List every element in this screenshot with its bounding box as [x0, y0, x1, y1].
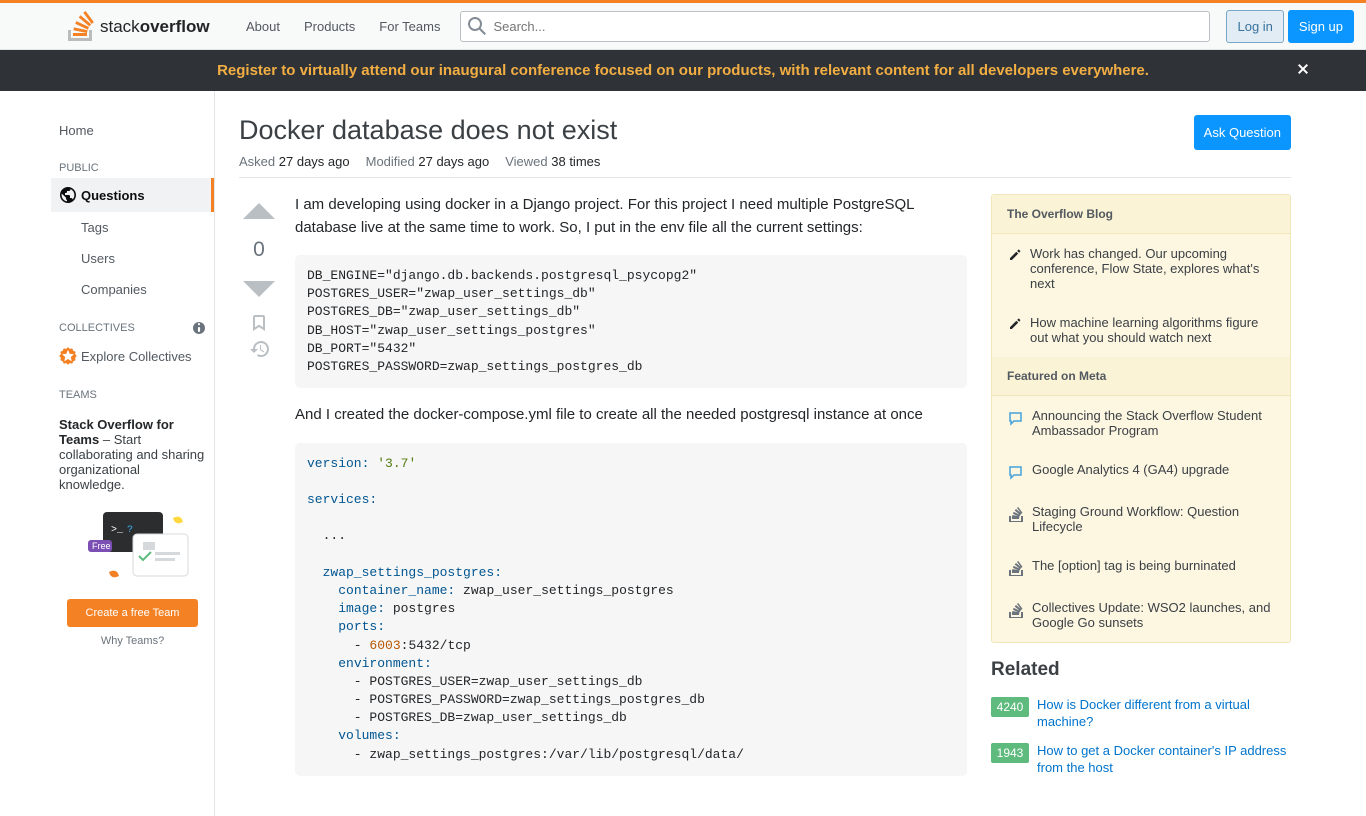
question-meta: Asked 27 days ago Modified 27 days ago V… — [239, 154, 1291, 178]
svg-text:?: ? — [127, 525, 133, 536]
code-block-compose: version: '3.7' services: ... zwap_settin… — [295, 443, 967, 776]
related-score: 1943 — [991, 743, 1029, 763]
meta-asked: Asked 27 days ago — [239, 154, 350, 169]
blog-item[interactable]: How machine learning algorithms figure o… — [992, 303, 1290, 357]
vote-count: 0 — [253, 238, 265, 262]
search-wrap — [460, 11, 1210, 42]
close-icon — [1296, 62, 1310, 76]
nav-home[interactable]: Home — [51, 115, 214, 146]
meta-link-2[interactable]: Google Analytics 4 (GA4) upgrade — [1032, 462, 1229, 480]
collectives-label: COLLECTIVES — [59, 322, 135, 334]
nav-questions[interactable]: Questions — [51, 178, 214, 212]
main-row: 0 I am developing using docker in a Djan… — [239, 194, 1291, 792]
related-link[interactable]: How is Docker different from a virtual m… — [1037, 697, 1291, 731]
auth-buttons: Log in Sign up — [1226, 10, 1354, 43]
speech-bubble-icon — [1008, 410, 1024, 426]
nav-explore-collectives[interactable]: Explore Collectives — [51, 339, 214, 373]
nav-for-teams[interactable]: For Teams — [367, 13, 452, 40]
body-paragraph-2: And I created the docker-compose.yml fil… — [295, 404, 967, 427]
bookmark-icon[interactable] — [250, 314, 268, 332]
history-icon[interactable] — [250, 340, 269, 358]
body-paragraph-1: I am developing using docker in a Django… — [295, 194, 967, 239]
top-nav-items: About Products For Teams — [234, 13, 452, 40]
meta-item[interactable]: Google Analytics 4 (GA4) upgrade — [992, 450, 1290, 492]
meta-modified[interactable]: Modified 27 days ago — [366, 154, 490, 169]
question-title: Docker database does not exist — [239, 115, 617, 146]
svg-text:>_: >_ — [111, 525, 124, 536]
meta-item[interactable]: Collectives Update: WSO2 launches, and G… — [992, 588, 1290, 642]
pencil-icon — [1008, 317, 1022, 331]
nav-header-public: PUBLIC — [51, 146, 214, 178]
vote-cell: 0 — [239, 194, 279, 792]
question-header: Docker database does not exist Ask Quest… — [239, 115, 1291, 154]
nav-questions-label: Questions — [81, 188, 145, 203]
banner-link[interactable]: Register to virtually attend our inaugur… — [217, 62, 1149, 79]
nav-companies[interactable]: Companies — [51, 274, 214, 305]
stackoverflow-logo-icon: stackoverflow — [68, 11, 218, 41]
teams-promo: Stack Overflow for Teams – Start collabo… — [51, 405, 214, 659]
post-body: I am developing using docker in a Django… — [295, 194, 967, 792]
ask-question-button[interactable]: Ask Question — [1194, 115, 1291, 150]
so-mini-icon — [1008, 506, 1024, 522]
search-icon — [468, 17, 486, 35]
why-teams-link[interactable]: Why Teams? — [59, 635, 206, 647]
teams-promo-graphic: >_ ? Free — [59, 504, 206, 587]
svg-text:stackoverflow: stackoverflow — [100, 17, 210, 36]
meta-link-4[interactable]: The [option] tag is being burninated — [1032, 558, 1236, 576]
meta-link-1[interactable]: Announcing the Stack Overflow Student Am… — [1032, 408, 1274, 438]
blog-item[interactable]: Work has changed. Our upcoming conferenc… — [992, 234, 1290, 303]
svg-text:Free: Free — [92, 541, 111, 551]
related-link[interactable]: How to get a Docker container's IP addre… — [1037, 743, 1291, 777]
search-input[interactable] — [460, 11, 1210, 42]
meta-link-3[interactable]: Staging Ground Workflow: Question Lifecy… — [1032, 504, 1274, 534]
speech-bubble-icon — [1008, 464, 1024, 480]
downvote-button[interactable] — [241, 270, 277, 306]
nav-header-collectives: COLLECTIVES — [51, 305, 214, 339]
meta-viewed: Viewed 38 times — [505, 154, 600, 169]
blog-link-1[interactable]: Work has changed. Our upcoming conferenc… — [1030, 246, 1274, 291]
nav-header-teams: TEAMS — [51, 373, 214, 405]
sidebar-widget: The Overflow Blog Work has changed. Our … — [991, 194, 1291, 643]
nav-tags[interactable]: Tags — [51, 212, 214, 243]
nav-about[interactable]: About — [234, 13, 292, 40]
content: Docker database does not exist Ask Quest… — [215, 91, 1315, 816]
meta-header: Featured on Meta — [992, 357, 1290, 396]
related-header: Related — [991, 659, 1291, 681]
blog-link-2[interactable]: How machine learning algorithms figure o… — [1030, 315, 1274, 345]
globe-icon — [59, 186, 77, 204]
explore-label: Explore Collectives — [81, 349, 192, 364]
announcement-banner: Register to virtually attend our inaugur… — [0, 50, 1366, 91]
related-score: 4240 — [991, 697, 1029, 717]
login-button[interactable]: Log in — [1226, 10, 1283, 43]
so-mini-icon — [1008, 560, 1024, 576]
left-nav: Home PUBLIC Questions Tags Users Compani… — [51, 115, 214, 659]
nav-users[interactable]: Users — [51, 243, 214, 274]
blog-header: The Overflow Blog — [992, 195, 1290, 234]
upvote-button[interactable] — [241, 194, 277, 230]
left-sidebar: Home PUBLIC Questions Tags Users Compani… — [51, 91, 215, 816]
meta-link-5[interactable]: Collectives Update: WSO2 launches, and G… — [1032, 600, 1274, 630]
meta-item[interactable]: The [option] tag is being burninated — [992, 546, 1290, 588]
banner-close-button[interactable] — [1296, 60, 1310, 81]
info-icon[interactable] — [192, 321, 206, 335]
related-item: 1943 How to get a Docker container's IP … — [991, 743, 1291, 777]
code-block-env: DB_ENGINE="django.db.backends.postgresql… — [295, 255, 967, 388]
nav-products[interactable]: Products — [292, 13, 367, 40]
topbar: stackoverflow About Products For Teams L… — [0, 3, 1366, 50]
related-item: 4240 How is Docker different from a virt… — [991, 697, 1291, 731]
post-layout: 0 I am developing using docker in a Djan… — [239, 194, 967, 792]
signup-button[interactable]: Sign up — [1288, 10, 1354, 43]
create-team-button[interactable]: Create a free Team — [67, 599, 198, 627]
logo-link[interactable]: stackoverflow — [60, 3, 226, 49]
meta-item[interactable]: Announcing the Stack Overflow Student Am… — [992, 396, 1290, 450]
so-mini-icon — [1008, 602, 1024, 618]
right-sidebar: The Overflow Blog Work has changed. Our … — [991, 194, 1291, 792]
main-container: Home PUBLIC Questions Tags Users Compani… — [51, 91, 1315, 816]
pencil-icon — [1008, 248, 1022, 262]
meta-item[interactable]: Staging Ground Workflow: Question Lifecy… — [992, 492, 1290, 546]
star-burst-icon — [59, 347, 77, 365]
